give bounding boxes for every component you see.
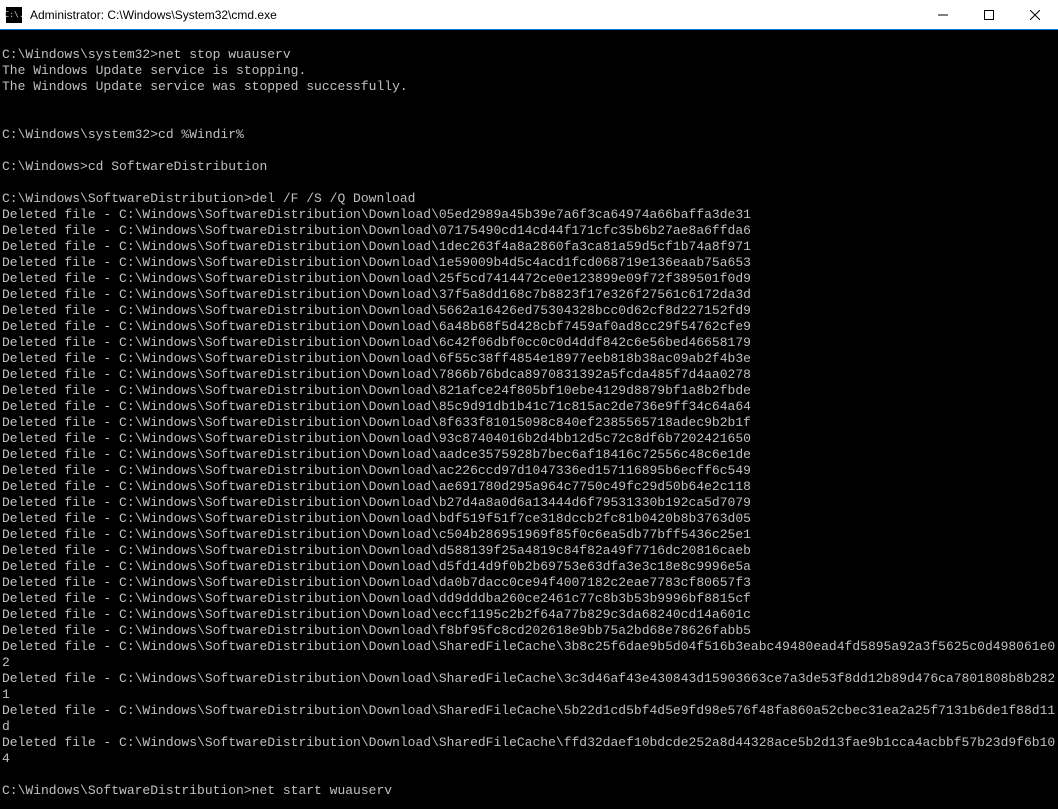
terminal-command-line: C:\Windows\system32>net stop wuauserv	[2, 47, 1056, 63]
terminal-output[interactable]: C:\Windows\system32>net stop wuauservThe…	[0, 30, 1058, 809]
terminal-output-line: Deleted file - C:\Windows\SoftwareDistri…	[2, 639, 1056, 671]
terminal-output-line: Deleted file - C:\Windows\SoftwareDistri…	[2, 271, 1056, 287]
terminal-output-line: Deleted file - C:\Windows\SoftwareDistri…	[2, 511, 1056, 527]
terminal-output-line: Deleted file - C:\Windows\SoftwareDistri…	[2, 255, 1056, 271]
terminal-output-line: Deleted file - C:\Windows\SoftwareDistri…	[2, 591, 1056, 607]
terminal-command-line: C:\Windows\system32>cd %Windir%	[2, 127, 1056, 143]
terminal-output-line: Deleted file - C:\Windows\SoftwareDistri…	[2, 399, 1056, 415]
terminal-output-line: Deleted file - C:\Windows\SoftwareDistri…	[2, 239, 1056, 255]
terminal-output-line: Deleted file - C:\Windows\SoftwareDistri…	[2, 463, 1056, 479]
terminal-output-line: Deleted file - C:\Windows\SoftwareDistri…	[2, 559, 1056, 575]
terminal-output-line: The Windows Update service is stopping.	[2, 63, 1056, 79]
maximize-button[interactable]	[966, 0, 1012, 29]
terminal-output-line: Deleted file - C:\Windows\SoftwareDistri…	[2, 223, 1056, 239]
title-bar: C:\. Administrator: C:\Windows\System32\…	[0, 0, 1058, 30]
terminal-output-line: Deleted file - C:\Windows\SoftwareDistri…	[2, 287, 1056, 303]
window-title: Administrator: C:\Windows\System32\cmd.e…	[28, 8, 920, 22]
terminal-output-line: Deleted file - C:\Windows\SoftwareDistri…	[2, 447, 1056, 463]
terminal-empty-line	[2, 175, 1056, 191]
terminal-output-line: Deleted file - C:\Windows\SoftwareDistri…	[2, 335, 1056, 351]
terminal-output-line: Deleted file - C:\Windows\SoftwareDistri…	[2, 527, 1056, 543]
terminal-output-line: Deleted file - C:\Windows\SoftwareDistri…	[2, 415, 1056, 431]
window-controls	[920, 0, 1058, 29]
terminal-output-line: Deleted file - C:\Windows\SoftwareDistri…	[2, 351, 1056, 367]
terminal-empty-line	[2, 143, 1056, 159]
terminal-output-line: Deleted file - C:\Windows\SoftwareDistri…	[2, 303, 1056, 319]
terminal-output-line: Deleted file - C:\Windows\SoftwareDistri…	[2, 623, 1056, 639]
terminal-command-line: C:\Windows>cd SoftwareDistribution	[2, 159, 1056, 175]
terminal-command-line: C:\Windows\SoftwareDistribution>del /F /…	[2, 191, 1056, 207]
terminal-output-line: Deleted file - C:\Windows\SoftwareDistri…	[2, 431, 1056, 447]
terminal-output-line: Deleted file - C:\Windows\SoftwareDistri…	[2, 479, 1056, 495]
terminal-output-line: Deleted file - C:\Windows\SoftwareDistri…	[2, 575, 1056, 591]
terminal-empty-line	[2, 31, 1056, 47]
terminal-empty-line	[2, 111, 1056, 127]
terminal-output-line: Deleted file - C:\Windows\SoftwareDistri…	[2, 543, 1056, 559]
terminal-command-line: C:\Windows\SoftwareDistribution>net star…	[2, 783, 1056, 799]
cmd-icon: C:\.	[6, 7, 22, 23]
terminal-empty-line	[2, 767, 1056, 783]
terminal-output-line: Deleted file - C:\Windows\SoftwareDistri…	[2, 607, 1056, 623]
terminal-output-line: Deleted file - C:\Windows\SoftwareDistri…	[2, 319, 1056, 335]
terminal-output-line: Deleted file - C:\Windows\SoftwareDistri…	[2, 495, 1056, 511]
terminal-output-line: Deleted file - C:\Windows\SoftwareDistri…	[2, 671, 1056, 703]
terminal-empty-line	[2, 95, 1056, 111]
terminal-output-line: The Windows Update service was stopped s…	[2, 79, 1056, 95]
close-button[interactable]	[1012, 0, 1058, 29]
terminal-output-line: Deleted file - C:\Windows\SoftwareDistri…	[2, 367, 1056, 383]
terminal-output-line: Deleted file - C:\Windows\SoftwareDistri…	[2, 207, 1056, 223]
terminal-output-line: Deleted file - C:\Windows\SoftwareDistri…	[2, 735, 1056, 767]
terminal-output-line: Deleted file - C:\Windows\SoftwareDistri…	[2, 703, 1056, 735]
terminal-output-line: Deleted file - C:\Windows\SoftwareDistri…	[2, 383, 1056, 399]
minimize-button[interactable]	[920, 0, 966, 29]
